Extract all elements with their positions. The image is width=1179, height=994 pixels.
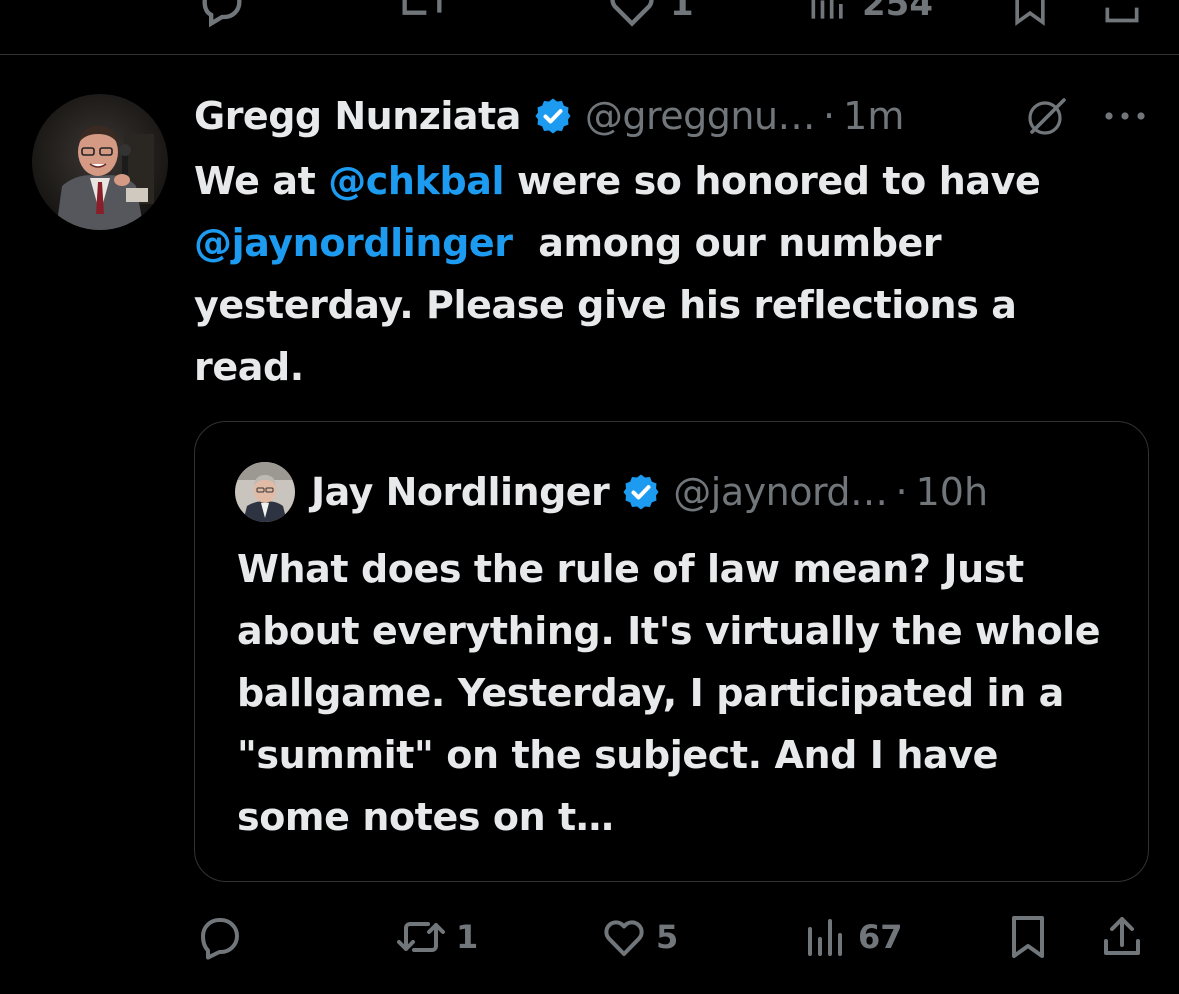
views-icon xyxy=(811,0,843,19)
mention-link[interactable]: @jaynordlinger xyxy=(194,221,513,265)
share-icon xyxy=(1105,7,1139,23)
prev-views-button[interactable]: 254 xyxy=(806,0,933,30)
time-separator: · xyxy=(823,94,836,138)
quoted-tweet-card[interactable]: Jay Nordlinger @jaynord… · 10h What does… xyxy=(194,421,1149,882)
tweet-text-part: were so honored to have xyxy=(504,159,1041,203)
reply-button[interactable] xyxy=(196,905,252,969)
quoted-author-handle: @jaynord… xyxy=(673,470,888,514)
prev-reply-button[interactable] xyxy=(196,0,248,30)
quoted-tweet-header: Jay Nordlinger @jaynord… · 10h xyxy=(311,464,988,520)
bookmark-icon xyxy=(1012,916,1044,958)
previous-tweet-actions: 1 254 xyxy=(0,0,1179,54)
prev-like-count: 1 xyxy=(670,0,694,24)
repost-count: 1 xyxy=(456,918,479,956)
views-button[interactable]: 67 xyxy=(802,905,903,969)
like-button[interactable]: 5 xyxy=(600,905,678,969)
quoted-avatar-photo xyxy=(235,462,295,522)
like-icon xyxy=(604,920,644,956)
views-count: 67 xyxy=(858,918,903,956)
repost-icon xyxy=(397,922,445,952)
prev-repost-button[interactable] xyxy=(396,0,448,30)
quoted-tweet-text: What does the rule of law mean? Just abo… xyxy=(237,547,1101,839)
quoted-author-display-name: Jay Nordlinger xyxy=(311,470,610,514)
author-avatar[interactable] xyxy=(32,94,168,230)
like-count: 5 xyxy=(656,918,679,956)
like-icon xyxy=(610,0,654,27)
mention-link[interactable]: @chkbal xyxy=(328,159,504,203)
verified-badge-icon xyxy=(623,474,659,510)
time-separator: · xyxy=(895,470,908,514)
more-icon[interactable] xyxy=(1102,106,1148,126)
grok-icon[interactable] xyxy=(1022,94,1072,140)
avatar-photo xyxy=(32,94,168,230)
author-display-name[interactable]: Gregg Nunziata xyxy=(194,94,521,138)
prev-share-button[interactable] xyxy=(1100,0,1144,30)
tweet-actions: 1 5 67 xyxy=(0,905,1179,969)
prev-views-count: 254 xyxy=(862,0,933,24)
author-handle[interactable]: @greggnu… xyxy=(585,94,816,138)
prev-like-button[interactable]: 1 xyxy=(606,0,694,30)
quoted-author-avatar xyxy=(235,462,295,522)
views-icon xyxy=(808,919,842,956)
verified-badge-icon[interactable] xyxy=(533,96,573,136)
tweet-timestamp[interactable]: 1m xyxy=(843,94,904,138)
share-button[interactable] xyxy=(1098,905,1146,969)
tweet-text: We at @chkbal were so honored to have @j… xyxy=(194,150,1134,398)
reply-icon xyxy=(202,0,242,28)
prev-bookmark-button[interactable] xyxy=(1008,0,1052,30)
repost-icon xyxy=(402,0,442,15)
tweet-divider xyxy=(0,54,1179,55)
share-icon xyxy=(1104,917,1140,955)
repost-button[interactable]: 1 xyxy=(394,905,478,969)
reply-icon xyxy=(201,918,239,960)
bookmark-icon xyxy=(1015,0,1045,26)
bookmark-button[interactable] xyxy=(1006,905,1050,969)
quoted-tweet-timestamp: 10h xyxy=(915,470,989,514)
tweet-header: Gregg Nunziata @greggnu… · 1m xyxy=(194,88,904,144)
tweet-text-part: We at xyxy=(194,159,329,203)
